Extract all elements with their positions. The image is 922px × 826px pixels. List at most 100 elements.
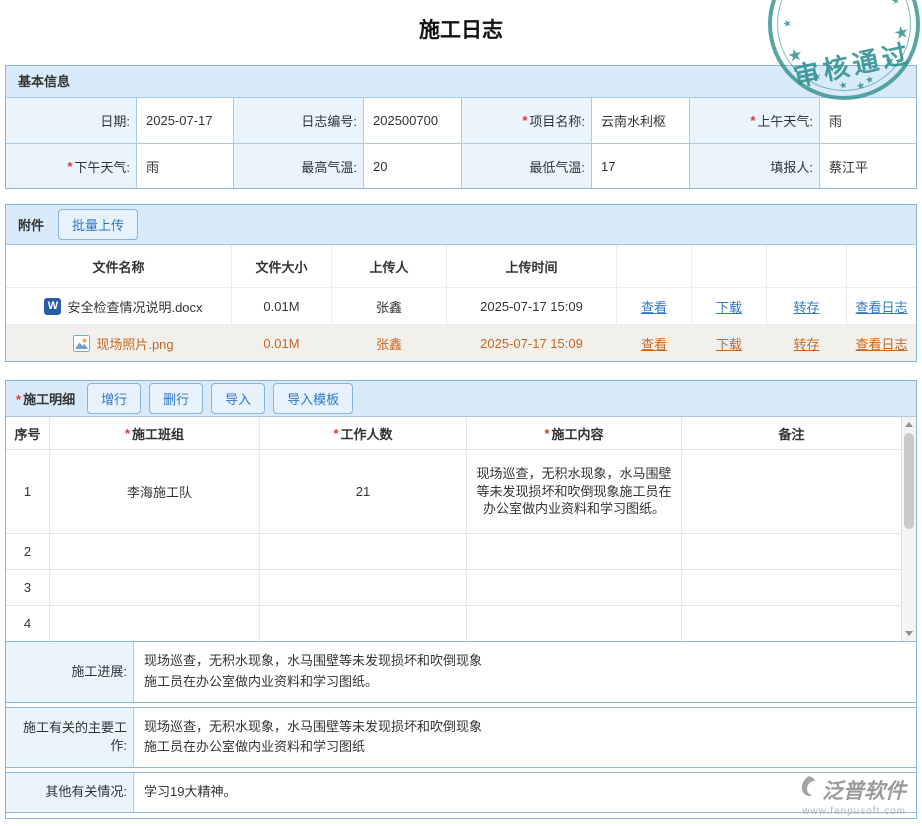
construction-detail-section: *施工明细 增行 删行 导入 导入模板 序号 *施工班组 *工作人数 *施工内容… — [5, 380, 917, 819]
afternoon-weather-label: *下午天气: — [6, 143, 136, 188]
afternoon-weather-value: 雨 — [136, 143, 233, 188]
project-name-value: 云南水利枢 — [591, 98, 689, 143]
download-link[interactable]: 下载 — [716, 297, 742, 316]
action-header — [691, 245, 766, 287]
transfer-link[interactable]: 转存 — [793, 297, 819, 316]
progress-row: 施工进展: 现场巡查，无积水现象，水马围壁等未发现损坏和吹倒现象 施工员在办公室… — [6, 641, 916, 703]
other-info-label: 其他有关情况: — [6, 773, 134, 812]
file-name-cell[interactable]: 现场照片.png — [6, 324, 231, 361]
image-file-icon — [73, 335, 90, 352]
scrollbar-down-arrow[interactable] — [905, 631, 913, 636]
brand-site: www.fanpusoft.com — [797, 806, 906, 817]
content-cell[interactable]: 现场巡查，无积水现象，水马围壁等未发现损坏和吹倒现象施工员在办公室做内业资料和学… — [466, 449, 681, 533]
log-number-value: 202500700 — [363, 98, 461, 143]
basic-info-section: 基本信息 日期: 2025-07-17 日志编号: 202500700 *项目名… — [5, 65, 917, 189]
file-size-cell: 0.01M — [231, 324, 331, 361]
min-temp-value: 17 — [591, 143, 689, 188]
team-cell[interactable] — [49, 569, 259, 605]
basic-info-section-title: 基本信息 — [6, 66, 916, 98]
file-name-header: 文件名称 — [6, 245, 231, 287]
reporter-value: 蔡江平 — [819, 143, 916, 188]
date-value: 2025-07-17 — [136, 98, 233, 143]
team-header: *施工班组 — [49, 417, 259, 449]
action-header — [846, 245, 916, 287]
workers-cell[interactable] — [259, 533, 466, 569]
action-header — [766, 245, 846, 287]
main-work-label: 施工有关的主要工作: — [6, 708, 134, 768]
max-temp-label: 最高气温: — [233, 143, 363, 188]
file-size-cell: 0.01M — [231, 287, 331, 324]
transfer-link[interactable]: 转存 — [793, 334, 819, 353]
required-mark: * — [16, 392, 21, 407]
detail-table-area: 序号 *施工班组 *工作人数 *施工内容 备注 1 李海施工队 21 现场巡查，… — [6, 417, 916, 641]
action-cell: 转存 — [766, 287, 846, 324]
batch-upload-button[interactable]: 批量上传 — [58, 209, 138, 240]
content-cell[interactable] — [466, 569, 681, 605]
scrollbar-thumb[interactable] — [904, 433, 914, 529]
action-cell: 查看 — [616, 287, 691, 324]
page-body: 基本信息 日期: 2025-07-17 日志编号: 202500700 *项目名… — [0, 65, 922, 819]
progress-label: 施工进展: — [6, 642, 134, 702]
required-mark: * — [522, 113, 527, 128]
action-cell: 下载 — [691, 324, 766, 361]
detail-table: 序号 *施工班组 *工作人数 *施工内容 备注 1 李海施工队 21 现场巡查，… — [6, 417, 901, 641]
content-cell[interactable] — [466, 533, 681, 569]
workers-header: *工作人数 — [259, 417, 466, 449]
download-link[interactable]: 下载 — [716, 334, 742, 353]
uploader-cell: 张鑫 — [331, 287, 446, 324]
basic-info-grid: 日期: 2025-07-17 日志编号: 202500700 *项目名称: 云南… — [6, 98, 916, 188]
remark-cell[interactable] — [681, 533, 901, 569]
remark-header: 备注 — [681, 417, 901, 449]
workers-cell[interactable] — [259, 605, 466, 641]
upload-time-cell: 2025-07-17 15:09 — [446, 287, 616, 324]
date-label: 日期: — [6, 98, 136, 143]
remark-cell[interactable] — [681, 449, 901, 533]
other-info-row: 其他有关情况: 学习19大精神。 — [6, 772, 916, 813]
team-cell[interactable] — [49, 605, 259, 641]
progress-value[interactable]: 现场巡查，无积水现象，水马围壁等未发现损坏和吹倒现象 施工员在办公室做内业资料和… — [134, 642, 916, 702]
team-cell[interactable] — [49, 533, 259, 569]
action-cell: 转存 — [766, 324, 846, 361]
star-icon: ★ — [786, 45, 804, 65]
upload-time-cell: 2025-07-17 15:09 — [446, 324, 616, 361]
vendor-logo: 泛普软件 www.fanpusoft.com — [797, 775, 906, 817]
import-button[interactable]: 导入 — [211, 383, 265, 414]
seq-cell: 1 — [6, 449, 49, 533]
max-temp-value: 20 — [363, 143, 461, 188]
view-log-link[interactable]: 查看日志 — [855, 334, 907, 353]
log-number-label: 日志编号: — [233, 98, 363, 143]
file-name-text: 安全检查情况说明.docx — [67, 297, 202, 316]
team-cell[interactable]: 李海施工队 — [49, 449, 259, 533]
required-mark: * — [544, 426, 549, 441]
remark-cell[interactable] — [681, 569, 901, 605]
view-log-link[interactable]: 查看日志 — [855, 297, 907, 316]
required-mark: * — [125, 426, 130, 441]
workers-cell[interactable] — [259, 569, 466, 605]
view-link[interactable]: 查看 — [641, 297, 667, 316]
seq-cell: 3 — [6, 569, 49, 605]
action-header — [616, 245, 691, 287]
vertical-scrollbar[interactable] — [901, 417, 916, 641]
workers-cell[interactable]: 21 — [259, 449, 466, 533]
remark-cell[interactable] — [681, 605, 901, 641]
file-name-text: 现场照片.png — [96, 334, 173, 353]
main-work-row: 施工有关的主要工作: 现场巡查，无积水现象，水马围壁等未发现损坏和吹倒现象 施工… — [6, 707, 916, 769]
add-row-button[interactable]: 增行 — [87, 383, 141, 414]
min-temp-label: 最低气温: — [461, 143, 591, 188]
word-doc-icon: W — [44, 298, 61, 315]
required-mark: * — [333, 426, 338, 441]
required-mark: * — [750, 113, 755, 128]
file-name-cell[interactable]: W 安全检查情况说明.docx — [6, 287, 231, 324]
file-size-header: 文件大小 — [231, 245, 331, 287]
import-template-button[interactable]: 导入模板 — [273, 383, 353, 414]
content-header: *施工内容 — [466, 417, 681, 449]
detail-section-title: *施工明细 — [16, 389, 75, 408]
page-title: 施工日志 — [0, 0, 922, 44]
view-link[interactable]: 查看 — [641, 334, 667, 353]
uploader-header: 上传人 — [331, 245, 446, 287]
brand-name: 泛普软件 — [822, 775, 906, 805]
main-work-value[interactable]: 现场巡查，无积水现象，水马围壁等未发现损坏和吹倒现象 施工员在办公室做内业资料和… — [134, 708, 916, 768]
scrollbar-up-arrow[interactable] — [905, 422, 913, 427]
delete-row-button[interactable]: 删行 — [149, 383, 203, 414]
content-cell[interactable] — [466, 605, 681, 641]
